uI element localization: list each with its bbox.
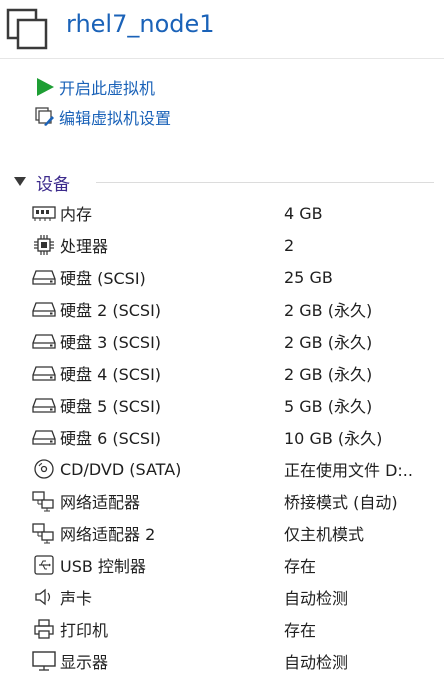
- device-row-hard-disk-6[interactable]: 硬盘 6 (SCSI) 10 GB (永久): [30, 422, 444, 452]
- play-icon: [34, 76, 56, 98]
- device-name: 处理器: [60, 237, 109, 256]
- header-divider: [0, 58, 444, 59]
- device-row-usb-controller[interactable]: USB 控制器 存在: [30, 550, 444, 580]
- section-divider: [96, 182, 434, 183]
- speaker-icon: [30, 585, 58, 609]
- monitor-icon: [30, 649, 58, 673]
- device-name: 硬盘 3 (SCSI): [60, 333, 162, 352]
- vm-header: rhel7_node1: [0, 0, 444, 60]
- power-on-vm-label: 开启此虚拟机: [59, 79, 156, 98]
- devices-section-header[interactable]: 设备: [10, 170, 434, 195]
- device-row-hard-disk-1[interactable]: 硬盘 (SCSI) 25 GB: [30, 262, 444, 292]
- devices-section-title: 设备: [36, 174, 70, 195]
- cpu-icon: [30, 233, 58, 257]
- device-name: 硬盘 (SCSI): [60, 269, 146, 288]
- device-value: 25 GB: [284, 267, 333, 287]
- cd-dvd-icon: [30, 457, 58, 481]
- device-value: 存在: [284, 557, 317, 576]
- device-value: 2 GB (永久): [284, 365, 373, 384]
- vm-title: rhel7_node1: [66, 10, 215, 38]
- hard-disk-icon: [30, 393, 58, 417]
- device-name: USB 控制器: [60, 557, 146, 576]
- hard-disk-icon: [30, 329, 58, 353]
- device-value: 自动检测: [284, 589, 349, 608]
- edit-vm-settings-button[interactable]: 编辑虚拟机设置: [34, 106, 171, 128]
- device-row-hard-disk-3[interactable]: 硬盘 3 (SCSI) 2 GB (永久): [30, 326, 444, 356]
- memory-icon: [30, 201, 58, 225]
- collapse-triangle-icon: [10, 172, 30, 192]
- device-value: 自动检测: [284, 653, 349, 672]
- device-value: 2 GB (永久): [284, 301, 373, 320]
- usb-icon: [30, 553, 58, 577]
- device-row-network-adapter-1[interactable]: 网络适配器 桥接模式 (自动): [30, 486, 444, 516]
- edit-vm-settings-label: 编辑虚拟机设置: [59, 109, 172, 128]
- device-name: 硬盘 6 (SCSI): [60, 429, 162, 448]
- network-adapter-icon: [30, 521, 58, 545]
- device-row-hard-disk-4[interactable]: 硬盘 4 (SCSI) 2 GB (永久): [30, 358, 444, 388]
- device-name: 声卡: [60, 589, 93, 608]
- device-name: 硬盘 5 (SCSI): [60, 397, 162, 416]
- printer-icon: [30, 617, 58, 641]
- device-name: 网络适配器: [60, 493, 141, 512]
- power-on-vm-button[interactable]: 开启此虚拟机: [34, 76, 155, 98]
- device-name: 网络适配器 2: [60, 525, 156, 544]
- device-value: 5 GB (永久): [284, 397, 373, 416]
- device-row-display[interactable]: 显示器 自动检测: [30, 646, 444, 676]
- edit-settings-icon: [34, 106, 56, 128]
- device-row-sound-card[interactable]: 声卡 自动检测: [30, 582, 444, 612]
- device-row-memory[interactable]: 内存 4 GB: [30, 198, 444, 228]
- device-row-hard-disk-5[interactable]: 硬盘 5 (SCSI) 5 GB (永久): [30, 390, 444, 420]
- device-value: 2 GB (永久): [284, 333, 373, 352]
- hard-disk-icon: [30, 297, 58, 321]
- device-value: 2: [284, 235, 295, 255]
- device-row-cd-dvd[interactable]: CD/DVD (SATA) 正在使用文件 D:..: [30, 454, 444, 484]
- device-value: 正在使用文件 D:..: [284, 461, 413, 480]
- device-name: 显示器: [60, 653, 109, 672]
- device-value: 10 GB (永久): [284, 429, 383, 448]
- device-value: 4 GB: [284, 203, 323, 223]
- device-value: 仅主机模式: [284, 525, 365, 544]
- device-row-hard-disk-2[interactable]: 硬盘 2 (SCSI) 2 GB (永久): [30, 294, 444, 324]
- device-name: CD/DVD (SATA): [60, 459, 182, 479]
- device-value: 桥接模式 (自动): [284, 493, 398, 512]
- device-name: 内存: [60, 205, 93, 224]
- device-row-network-adapter-2[interactable]: 网络适配器 2 仅主机模式: [30, 518, 444, 548]
- device-name: 硬盘 4 (SCSI): [60, 365, 162, 384]
- device-value: 存在: [284, 621, 317, 640]
- device-name: 硬盘 2 (SCSI): [60, 301, 162, 320]
- virtual-machine-icon: [6, 8, 48, 50]
- device-row-processor[interactable]: 处理器 2: [30, 230, 444, 260]
- device-row-printer[interactable]: 打印机 存在: [30, 614, 444, 644]
- hard-disk-icon: [30, 265, 58, 289]
- device-name: 打印机: [60, 621, 109, 640]
- hard-disk-icon: [30, 361, 58, 385]
- network-adapter-icon: [30, 489, 58, 513]
- hard-disk-icon: [30, 425, 58, 449]
